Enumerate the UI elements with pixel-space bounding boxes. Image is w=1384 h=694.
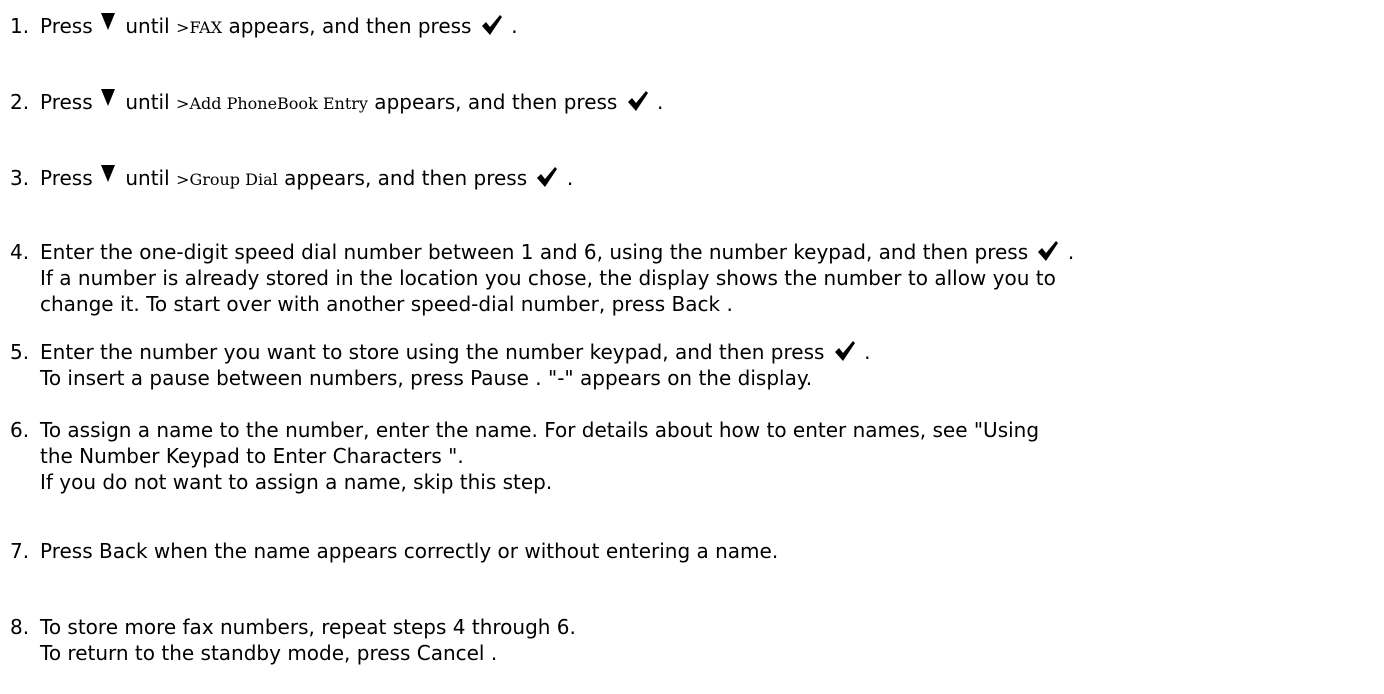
- step-text: until: [119, 90, 177, 114]
- step-text: appears, and then press: [222, 14, 478, 38]
- checkmark-icon: [1038, 241, 1059, 261]
- step-text: appears, and then press: [367, 90, 624, 114]
- step-text: To return to the standby mode, press Can…: [40, 641, 498, 665]
- step-number: 1.: [10, 14, 30, 38]
- checkmark-icon: [481, 15, 502, 35]
- instruction-steps: 1. Press until >FAX appears, and then pre…: [0, 0, 1384, 694]
- step-text: To assign a name to the number, enter th…: [40, 418, 1040, 442]
- step-line: Enter the number you want to store using…: [40, 339, 871, 365]
- menu-label: >Add PhoneBook Entry: [176, 94, 368, 113]
- step-text: until: [119, 166, 177, 190]
- step-line: If you do not want to assign a name, ski…: [40, 469, 552, 495]
- step-number: 5.: [10, 340, 30, 364]
- step-number: 2.: [10, 90, 30, 114]
- step-text: the Number Keypad to Enter Characters ".: [40, 444, 464, 468]
- step-text: .: [650, 90, 664, 114]
- step-text: appears, and then press: [277, 166, 534, 190]
- step-number: 6.: [10, 418, 30, 442]
- checkmark-icon: [627, 91, 648, 111]
- step-line: To assign a name to the number, enter th…: [40, 417, 1039, 443]
- step-text: Enter the one-digit speed dial number be…: [40, 240, 1035, 264]
- step-text: To store more fax numbers, repeat steps …: [40, 615, 576, 639]
- step-number: 7.: [10, 539, 30, 563]
- step-line: the Number Keypad to Enter Characters ".: [40, 443, 464, 469]
- step-line: Press until >Group Dial appears, and the…: [40, 165, 573, 191]
- step-number: 4.: [10, 240, 30, 264]
- checkmark-icon: [537, 167, 558, 187]
- step-text: .: [857, 340, 871, 364]
- step-text: If a number is already stored in the loc…: [40, 266, 1056, 290]
- step-line: Enter the one-digit speed dial number be…: [40, 239, 1074, 265]
- step-text: To insert a pause between numbers, press…: [40, 366, 813, 390]
- step-line: To insert a pause between numbers, press…: [40, 365, 812, 391]
- step-text: .: [560, 166, 574, 190]
- step-text: Press Back when the name appears correct…: [40, 539, 779, 563]
- step-line: Press until >FAX appears, and then press…: [40, 13, 518, 39]
- step-text: change it. To start over with another sp…: [40, 292, 733, 316]
- step-text: If you do not want to assign a name, ski…: [40, 470, 553, 494]
- menu-label: >FAX: [176, 18, 223, 37]
- step-line: change it. To start over with another sp…: [40, 291, 733, 317]
- down-arrow-icon: [101, 89, 115, 106]
- step-line: To store more fax numbers, repeat steps …: [40, 614, 576, 640]
- step-text: .: [1061, 240, 1075, 264]
- step-text: .: [504, 14, 518, 38]
- step-text: Press: [40, 14, 99, 38]
- step-text: Press: [40, 90, 99, 114]
- step-line: Press until >Add PhoneBook Entry appears…: [40, 89, 663, 115]
- step-number: 3.: [10, 166, 30, 190]
- step-text: Enter the number you want to store using…: [40, 340, 831, 364]
- step-line: If a number is already stored in the loc…: [40, 265, 1056, 291]
- step-number: 8.: [10, 615, 30, 639]
- step-text: until: [119, 14, 177, 38]
- down-arrow-icon: [101, 165, 115, 182]
- menu-label: >Group Dial: [176, 170, 278, 189]
- step-text: Press: [40, 166, 99, 190]
- down-arrow-icon: [101, 13, 115, 30]
- step-line: To return to the standby mode, press Can…: [40, 640, 497, 666]
- step-line: Press Back when the name appears correct…: [40, 538, 778, 564]
- checkmark-icon: [834, 341, 855, 361]
